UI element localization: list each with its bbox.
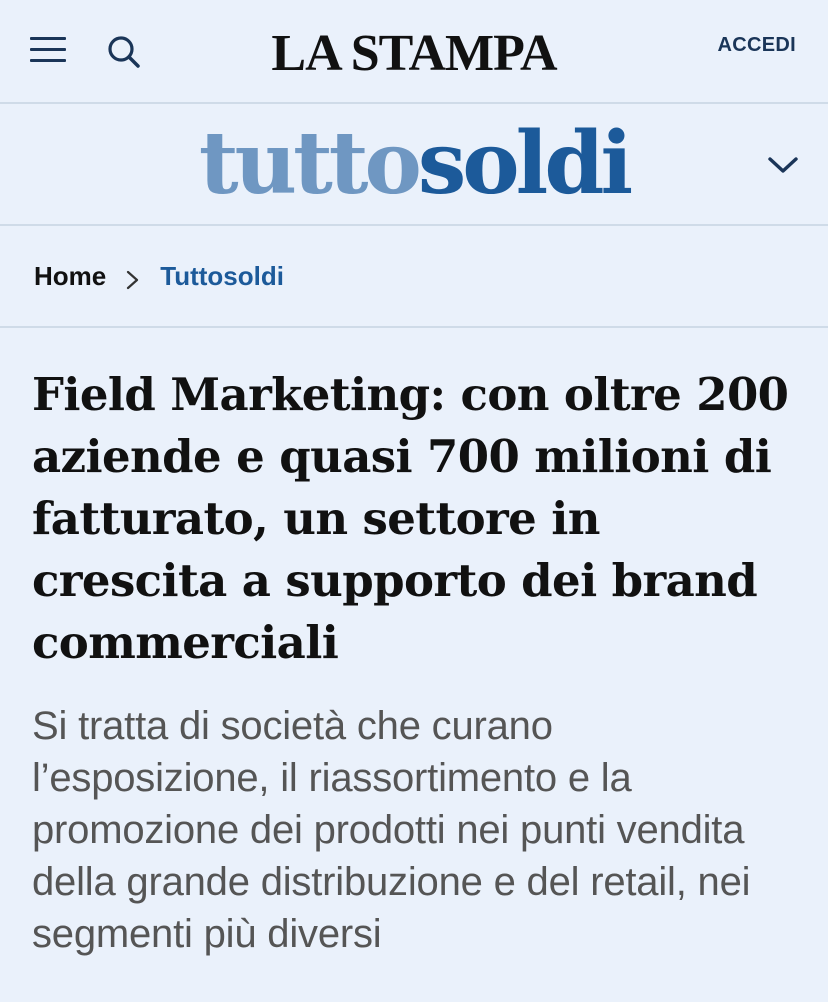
breadcrumb: Home Tuttosoldi: [0, 226, 828, 328]
login-button[interactable]: ACCEDI: [718, 34, 796, 57]
breadcrumb-home[interactable]: Home: [34, 261, 106, 292]
breadcrumb-current[interactable]: Tuttosoldi: [160, 261, 284, 292]
section-header: tuttosoldi: [0, 104, 828, 226]
section-logo-part1: tutto: [198, 113, 422, 214]
top-header: LA STAMPA ACCEDI: [0, 0, 828, 104]
section-logo-part2: soldi: [417, 113, 633, 214]
section-logo[interactable]: tuttosoldi: [0, 114, 828, 214]
article-headline: Field Marketing: con oltre 200 aziende e…: [32, 368, 789, 669]
site-logo[interactable]: LA STAMPA: [0, 24, 828, 83]
article: Field Marketing: con oltre 200 aziende e…: [0, 328, 828, 960]
chevron-down-icon[interactable]: [766, 150, 800, 180]
article-subtitle: Si tratta di società che curano l’esposi…: [32, 704, 751, 956]
chevron-right-icon: [122, 266, 142, 290]
